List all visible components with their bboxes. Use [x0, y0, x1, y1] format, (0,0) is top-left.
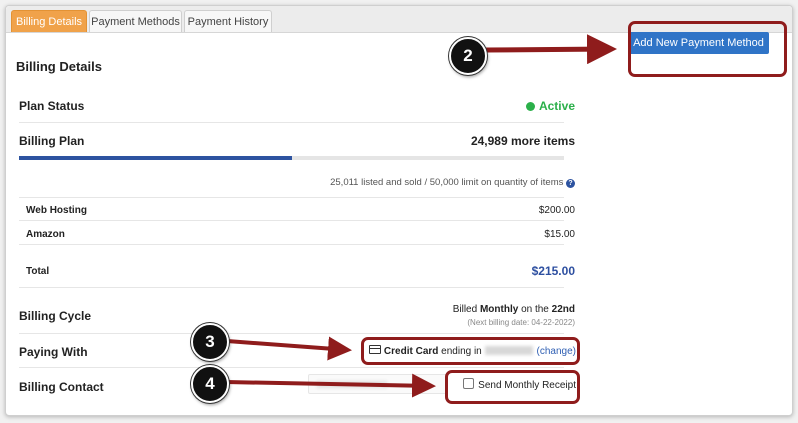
arrow-2: [485, 34, 617, 65]
arrow-4: [225, 373, 436, 398]
annotation-badge-2: 2: [449, 37, 487, 75]
annotation-badge-3: 3: [191, 323, 229, 361]
annotation-arrows: [225, 34, 617, 398]
annotation-badge-4: 4: [191, 365, 229, 403]
arrow-3: [226, 336, 352, 361]
